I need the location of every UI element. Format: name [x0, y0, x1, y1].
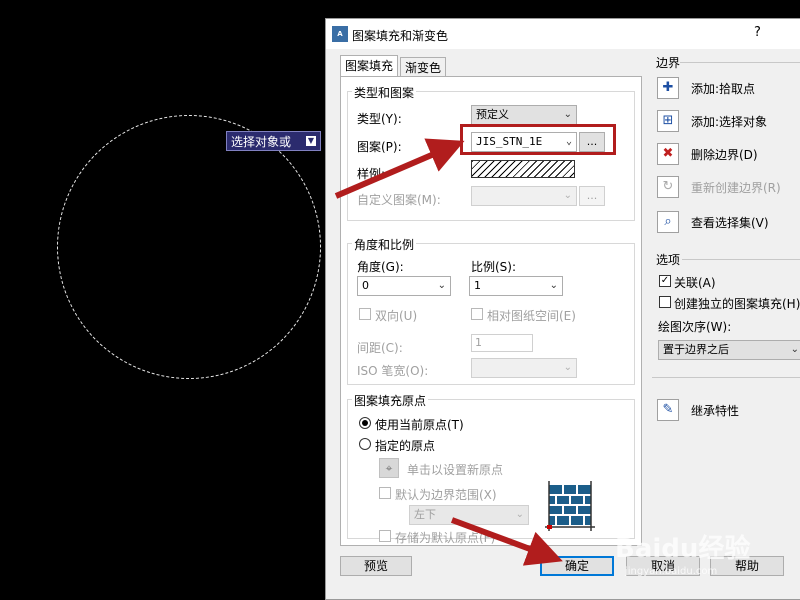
- arrow-to-ok: [450, 517, 563, 566]
- annotation-arrows: [334, 138, 563, 566]
- baidu-watermark: Baidu经验: [615, 534, 751, 564]
- arrow-to-pattern: [334, 138, 465, 199]
- baidu-watermark-url: jingyan.baidu.com: [625, 566, 718, 577]
